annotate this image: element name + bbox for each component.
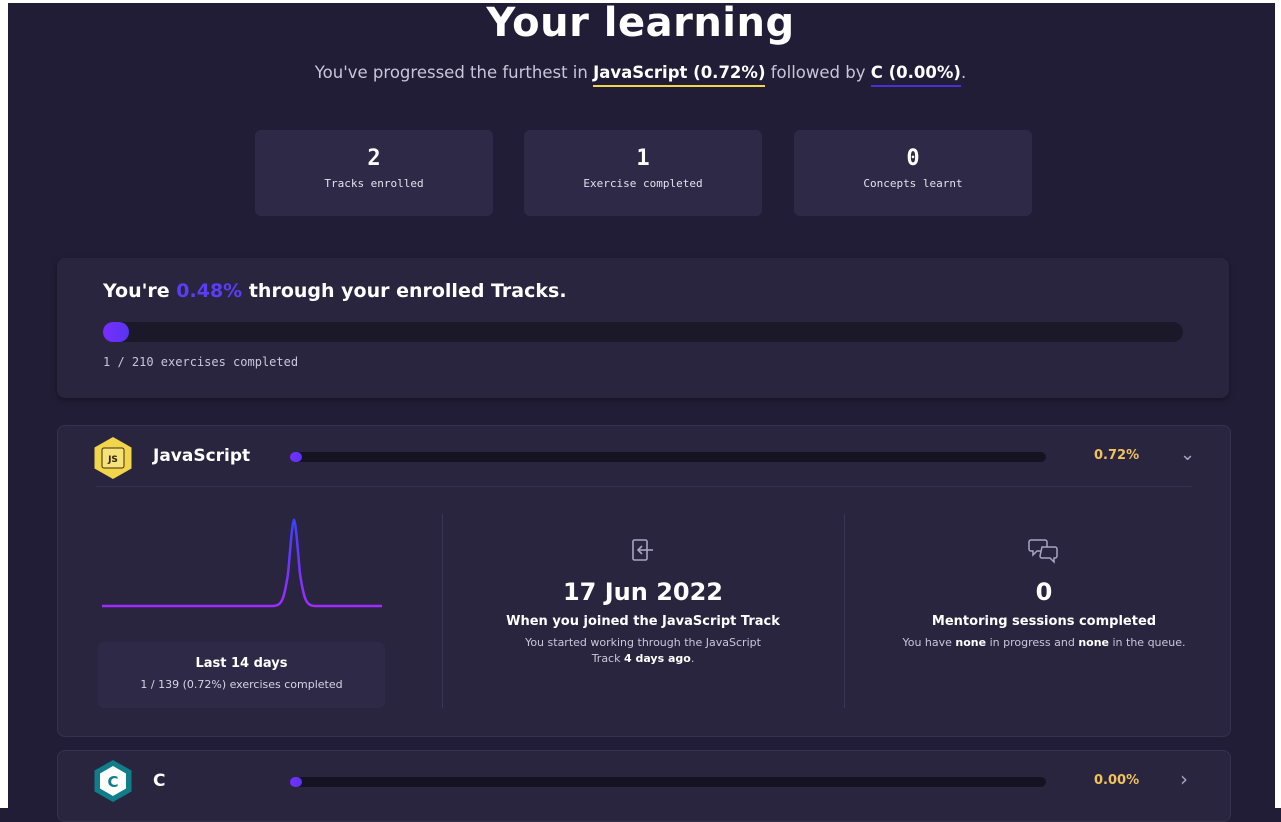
js-icon-text: JS	[107, 455, 118, 465]
window-right-edge	[1275, 0, 1281, 808]
overall-progress-headline: You're 0.48% through your enrolled Track…	[103, 280, 567, 302]
track-percent: 0.72%	[1094, 448, 1140, 463]
headline-prefix: You're	[103, 280, 177, 302]
joined-caption: When you joined the JavaScript Track	[506, 614, 780, 629]
second-track-link[interactable]: C (0.00%)	[870, 63, 961, 87]
stat-value: 2	[367, 146, 381, 171]
track-progress-fill	[290, 777, 302, 787]
track-card-javascript: JS JavaScript 0.72% ⌄ Last 14 days 1 / 1…	[57, 425, 1231, 737]
joined-desc-suffix: .	[690, 652, 695, 665]
stat-value: 0	[906, 146, 920, 171]
stat-tracks-enrolled: 2 Tracks enrolled	[255, 130, 493, 216]
track-progress-bar	[290, 777, 1046, 787]
joined-date: 17 Jun 2022	[562, 578, 723, 606]
mentoring-count: 0	[1035, 578, 1053, 606]
sign-in-icon	[443, 536, 843, 570]
mentoring-desc-text: in progress and	[986, 636, 1079, 649]
overall-progress-fill	[103, 322, 129, 342]
page-title: Your learning	[486, 0, 795, 46]
c-hexagon-icon: C	[94, 760, 132, 802]
mentoring-desc-text: You have	[902, 636, 956, 649]
track-percent: 0.00%	[1094, 773, 1140, 788]
stat-value: 1	[636, 146, 650, 171]
stat-exercises-completed: 1 Exercise completed	[524, 130, 762, 216]
overall-progress-card: You're 0.48% through your enrolled Track…	[57, 258, 1229, 398]
window-left-edge	[0, 0, 8, 808]
mentoring-desc-text: in the queue.	[1109, 636, 1186, 649]
divider	[96, 486, 1192, 487]
activity-title: Last 14 days	[195, 656, 288, 671]
track-progress-bar	[290, 452, 1046, 462]
mentoring-desc-bold: none	[1078, 636, 1109, 649]
joined-desc-bold: 4 days ago	[623, 652, 691, 665]
activity-sparkline	[102, 518, 382, 608]
overall-exercise-count: 1 / 210 exercises completed	[103, 355, 299, 369]
chevron-right-icon[interactable]: ›	[1180, 767, 1188, 791]
mentoring-caption: Mentoring sessions completed	[931, 614, 1157, 629]
track-header-c[interactable]: C C 0.00% ›	[58, 751, 1230, 811]
activity-summary: Last 14 days 1 / 139 (0.72%) exercises c…	[98, 642, 385, 708]
progress-summary: You've progressed the furthest in JavaSc…	[0, 63, 1281, 87]
summary-suffix: .	[960, 63, 967, 82]
activity-exercise-count: 1 / 139 (0.72%) exercises completed	[140, 678, 343, 691]
stat-label: Exercise completed	[583, 177, 703, 190]
top-track-link[interactable]: JavaScript (0.72%)	[593, 63, 766, 87]
joined-description: You started working through the JavaScri…	[443, 635, 843, 667]
summary-mid: followed by	[765, 63, 871, 82]
mentoring-description: You have none in progress and none in th…	[844, 635, 1244, 651]
track-name: C	[153, 771, 166, 791]
stat-label: Tracks enrolled	[324, 177, 424, 190]
javascript-hexagon-icon: JS	[94, 437, 132, 479]
stat-concepts-learnt: 0 Concepts learnt	[794, 130, 1032, 216]
joined-info: 17 Jun 2022 When you joined the JavaScri…	[443, 536, 843, 667]
mentoring-info: 0 Mentoring sessions completed You have …	[844, 536, 1244, 651]
overall-percent: 0.48%	[176, 280, 243, 302]
track-name: JavaScript	[153, 446, 251, 466]
summary-prefix: You've progressed the furthest in	[314, 63, 594, 82]
overall-progress-bar	[103, 322, 1183, 342]
mentoring-desc-bold: none	[955, 636, 987, 649]
chat-bubbles-icon	[844, 536, 1244, 570]
track-header-javascript[interactable]: JS JavaScript 0.72% ⌄	[58, 426, 1230, 486]
chevron-down-icon[interactable]: ⌄	[1180, 444, 1195, 465]
stat-label: Concepts learnt	[863, 177, 963, 190]
track-card-c: C C 0.00% ›	[57, 750, 1231, 822]
headline-suffix: through your enrolled Tracks.	[242, 280, 567, 302]
activity-line	[102, 518, 382, 608]
c-icon-text: C	[107, 773, 118, 791]
track-progress-fill	[290, 452, 302, 462]
